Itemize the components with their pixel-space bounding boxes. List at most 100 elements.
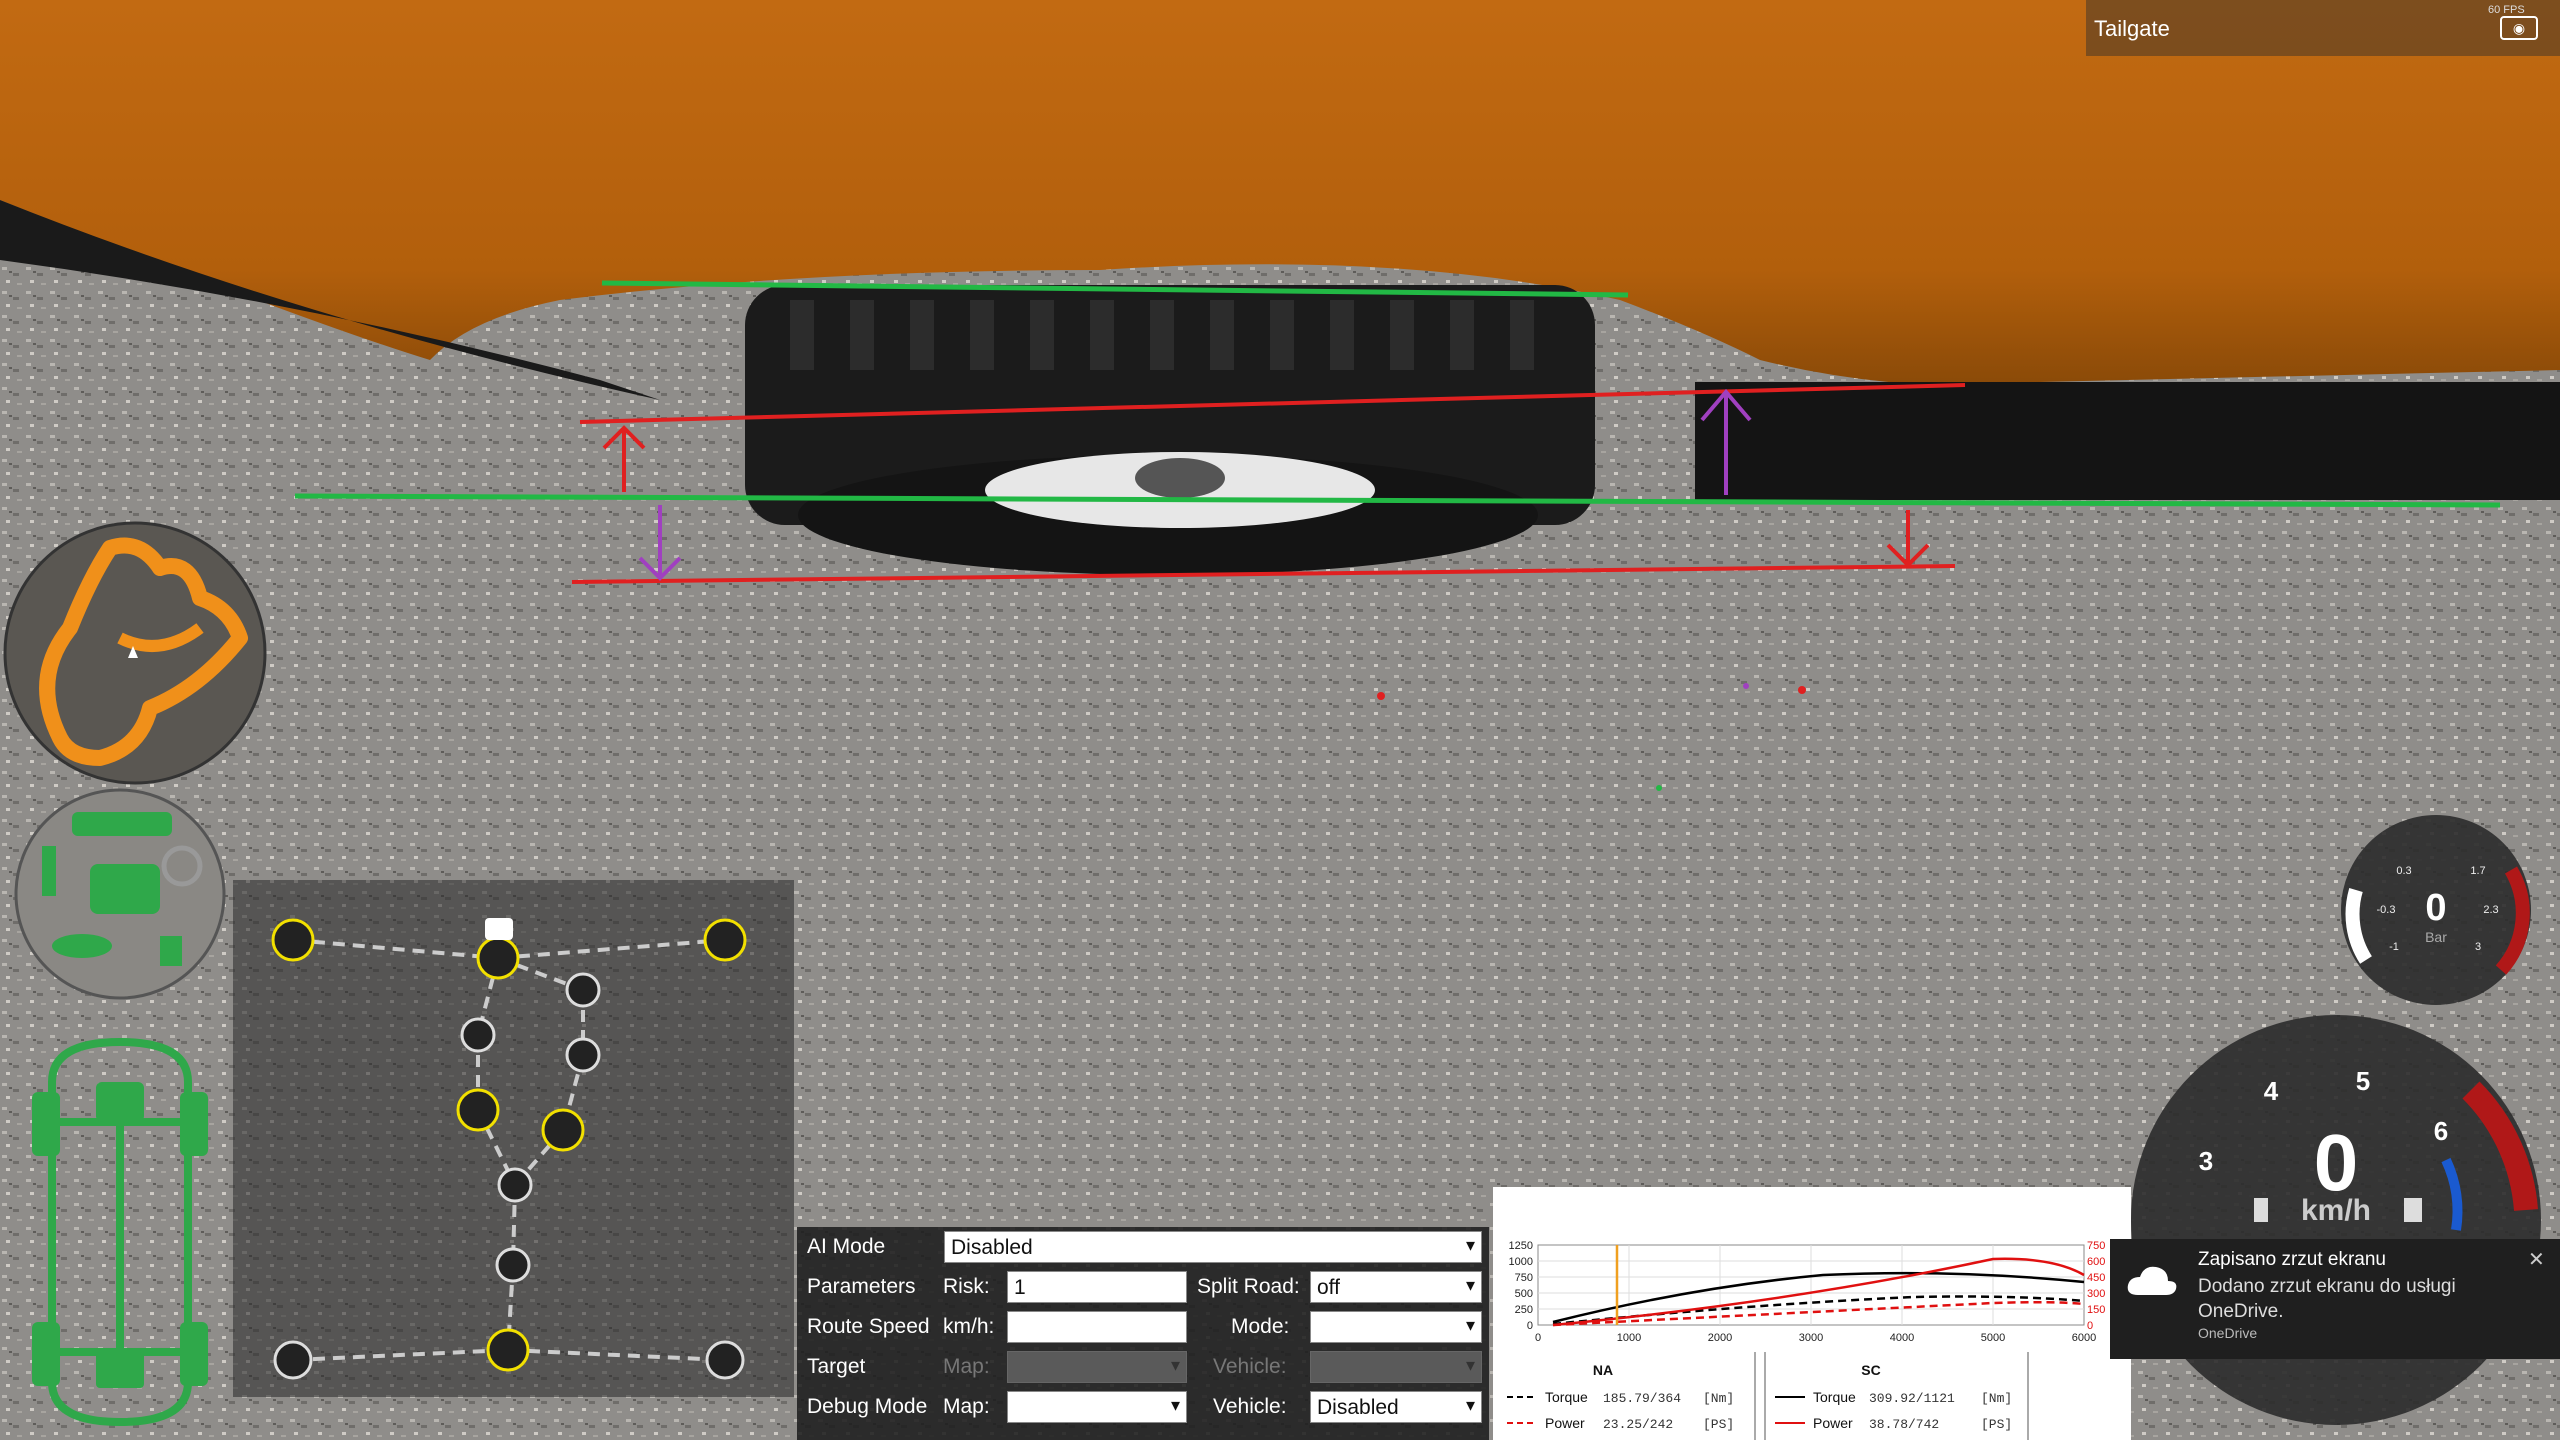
route-speed-input[interactable]	[1007, 1311, 1187, 1343]
rpm-tick: 5	[2356, 1066, 2370, 1096]
powertrain-status-gauge	[14, 788, 226, 1000]
differential-node-front-icon	[476, 936, 520, 980]
target-vehicle-label: Vehicle:	[1213, 1355, 1287, 1378]
rear-shaft-node-icon	[495, 1247, 531, 1283]
differential-node-rear-icon	[486, 1328, 530, 1372]
gearbox-node-icon	[565, 1037, 601, 1073]
wheel-node-rear-right-icon	[705, 1340, 745, 1380]
driveshaft-node-icon	[460, 1017, 496, 1053]
na-torque-value: 185.79/364	[1603, 1391, 1681, 1406]
engine-torque-power-chart: 1250 1000 750 500 250 0 750 600 450 300 …	[1493, 1187, 2131, 1440]
boost-gauge: 0.3 1.7 -0.3 2.3 -1 3 0 Bar	[2341, 815, 2531, 1005]
na-power-value: 23.25/242	[1603, 1417, 1673, 1432]
x-tick: 6000	[2072, 1332, 2096, 1344]
debug-map-select[interactable]	[1007, 1391, 1187, 1423]
wheel-node-front-left-icon	[271, 918, 315, 962]
mode-label: Mode:	[1231, 1315, 1290, 1338]
boost-tick: -1	[2389, 941, 2399, 953]
risk-input[interactable]: 1	[1007, 1271, 1187, 1303]
fuel-icon	[2404, 1198, 2422, 1222]
engine-block-icon	[72, 812, 172, 836]
x-tick: 2000	[1708, 1332, 1732, 1344]
transfer-case-node-icon	[541, 1108, 585, 1152]
x-tick: 0	[1535, 1332, 1541, 1344]
split-road-label: Split Road:	[1197, 1275, 1300, 1298]
risk-label: Risk:	[943, 1275, 990, 1298]
split-road-select[interactable]: off	[1310, 1271, 1482, 1303]
sc-torque-unit: [Nm]	[1981, 1391, 2012, 1406]
sc-title: SC	[1861, 1362, 1880, 1378]
debug-mode-label: Debug Mode	[807, 1395, 928, 1418]
speed-unit: km/h	[2301, 1194, 2371, 1227]
wheel-front-left-icon	[32, 1092, 60, 1156]
x-tick: 5000	[1981, 1332, 2005, 1344]
sc-power-label: Power	[1813, 1415, 1853, 1431]
boost-tick: 1.7	[2470, 865, 2485, 877]
fps-counter: 60 FPS	[2488, 4, 2525, 16]
left-tick: 1250	[1509, 1240, 1533, 1252]
wheel-rear-right-icon	[180, 1322, 208, 1386]
sc-torque-label: Torque	[1813, 1389, 1856, 1405]
debug-map-label: Map:	[943, 1395, 990, 1418]
na-title: NA	[1593, 1362, 1613, 1378]
na-torque-label: Torque	[1545, 1389, 1588, 1405]
rpm-tick: 6	[2434, 1116, 2448, 1146]
right-tick: 450	[2087, 1272, 2105, 1284]
vehicle-drivetrain-diagram	[32, 1037, 208, 1427]
differential-icon	[96, 1352, 144, 1388]
debug-vehicle-label: Vehicle:	[1213, 1395, 1287, 1418]
na-power-label: Power	[1545, 1415, 1585, 1431]
camera-icon[interactable]: ◉	[2500, 16, 2538, 40]
powertrain-node-graph	[233, 880, 794, 1397]
ai-debug-panel: AI Mode Disabled Parameters Risk: 1 Spli…	[797, 1227, 1489, 1440]
target-label: Target	[807, 1355, 866, 1378]
kmh-label: km/h:	[943, 1315, 995, 1338]
target-vehicle-select[interactable]	[1310, 1351, 1482, 1383]
wheel-node-rear-left-icon	[273, 1340, 313, 1380]
center-diff-node-icon	[497, 1167, 533, 1203]
piston-icon	[160, 936, 182, 966]
sc-power-value: 38.78/742	[1869, 1417, 1939, 1432]
target-map-label: Map:	[943, 1355, 990, 1378]
close-icon[interactable]: ✕	[2528, 1247, 2545, 1272]
right-tick: 150	[2087, 1304, 2105, 1316]
rpm-tick: 4	[2264, 1076, 2279, 1106]
boost-tick: 2.3	[2483, 904, 2498, 916]
notification-body: Dodano zrzut ekranu do usługi OneDrive.	[2198, 1276, 2456, 1322]
wheel-front-right-icon	[180, 1092, 208, 1156]
route-speed-label: Route Speed	[807, 1315, 930, 1338]
oil-can-icon	[52, 934, 112, 958]
target-map-select[interactable]	[1007, 1351, 1187, 1383]
left-tick: 250	[1515, 1304, 1533, 1316]
rpm-tick: 3	[2199, 1146, 2213, 1176]
right-tick: 300	[2087, 1288, 2105, 1300]
wheel-rear-left-icon	[32, 1322, 60, 1386]
shaft-node-icon	[456, 1088, 500, 1132]
boost-tick: 3	[2475, 941, 2481, 953]
boost-value: 0	[2425, 887, 2446, 929]
x-tick: 1000	[1617, 1332, 1641, 1344]
parameters-label: Parameters	[807, 1275, 916, 1298]
left-tick: 750	[1515, 1272, 1533, 1284]
minimap[interactable]	[0, 518, 270, 788]
temperature-icon	[2254, 1198, 2268, 1222]
left-tick: 500	[1515, 1288, 1533, 1300]
boost-tick: 0.3	[2396, 865, 2411, 877]
na-power-unit: [PS]	[1703, 1417, 1734, 1432]
screenshot-notification[interactable]: Zapisano zrzut ekranu Dodano zrzut ekran…	[2110, 1239, 2560, 1359]
right-tick: 600	[2087, 1256, 2105, 1268]
wheel-node-front-right-icon	[703, 918, 747, 962]
engine-node-icon	[485, 918, 513, 940]
debug-vehicle-select[interactable]: Disabled	[1310, 1391, 1482, 1423]
x-tick: 4000	[1890, 1332, 1914, 1344]
boost-unit: Bar	[2425, 929, 2447, 945]
engine-icon	[96, 1082, 144, 1122]
ai-mode-label: AI Mode	[807, 1235, 886, 1258]
notification-title: Zapisano zrzut ekranu	[2198, 1249, 2386, 1270]
ai-mode-select[interactable]: Disabled	[944, 1231, 1482, 1263]
engine-icon	[90, 864, 160, 914]
na-torque-unit: [Nm]	[1703, 1391, 1734, 1406]
mode-select[interactable]	[1310, 1311, 1482, 1343]
speedometer-gauge: 3 4 5 6 0 km/h	[2131, 1015, 2541, 1425]
sc-torque-value: 309.92/1121	[1869, 1391, 1955, 1406]
